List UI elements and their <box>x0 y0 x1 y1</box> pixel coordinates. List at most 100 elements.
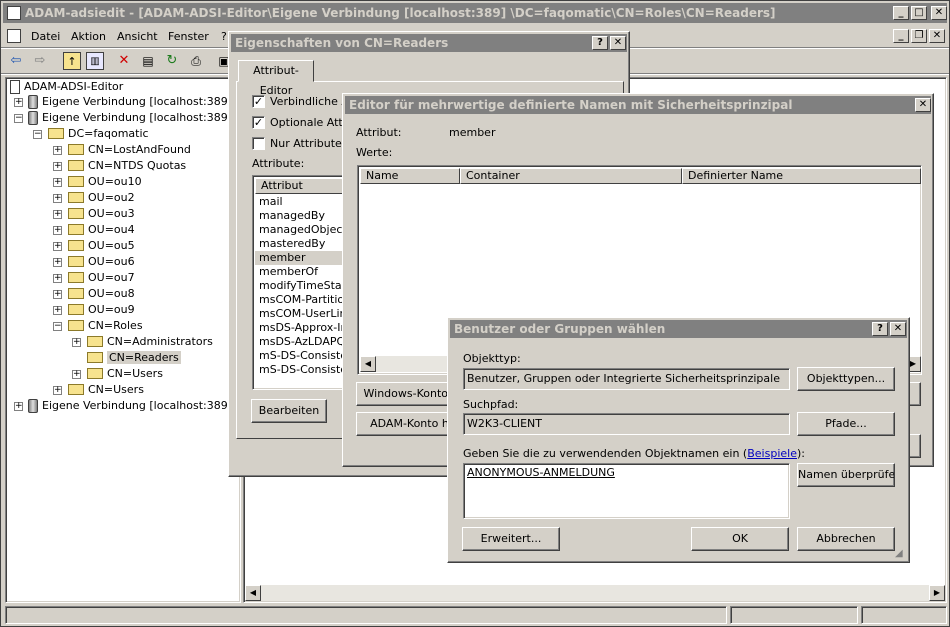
properties-icon[interactable]: ▤ <box>139 52 157 70</box>
tree-item-connection-1[interactable]: Eigene Verbindung [localhost:389] <box>28 94 232 110</box>
expand-icon[interactable]: + <box>53 306 62 315</box>
menu-aktion[interactable]: Aktion <box>71 29 106 45</box>
folder-icon <box>68 159 84 171</box>
export-icon[interactable]: ⎙ <box>187 52 205 70</box>
forward-arrow-icon[interactable]: ⇨ <box>31 52 49 70</box>
child-minimize-button[interactable]: _ <box>893 29 909 43</box>
expand-icon[interactable]: + <box>14 402 23 411</box>
ok-button[interactable]: OK <box>691 527 789 551</box>
tree-item-label: CN=Users <box>88 383 144 396</box>
tree-item-ou9[interactable]: OU=ou9 <box>68 302 135 318</box>
horizontal-scrollbar[interactable]: ◀ ▶ <box>245 585 945 601</box>
tree-item-ou6[interactable]: OU=ou6 <box>68 254 135 270</box>
examples-link[interactable]: Beispiele <box>747 447 797 460</box>
expand-icon[interactable]: + <box>53 162 62 171</box>
folder-icon <box>68 143 84 155</box>
tree-item-ou3[interactable]: OU=ou3 <box>68 206 135 222</box>
multivalue-title-bar[interactable]: Editor für mehrwertige definierte Namen … <box>345 96 931 114</box>
menu-datei[interactable]: Datei <box>31 29 60 45</box>
picker-help-button[interactable]: ? <box>872 322 888 336</box>
collapse-icon[interactable]: − <box>33 130 42 139</box>
expand-icon[interactable]: + <box>53 274 62 283</box>
tree-item-ou8[interactable]: OU=ou8 <box>68 286 135 302</box>
tree-item-administrators[interactable]: CN=Administrators <box>87 334 213 350</box>
main-title-bar[interactable]: ADAM-adsiedit - [ADAM-ADSI-Editor\Eigene… <box>3 3 947 23</box>
expand-icon[interactable]: + <box>53 290 62 299</box>
close-button[interactable]: ✕ <box>931 6 947 20</box>
back-arrow-icon[interactable]: ⇦ <box>7 52 25 70</box>
column-distinguished-name[interactable]: Definierter Name <box>682 168 921 184</box>
tree-item-roles-users[interactable]: CN=Users <box>87 366 163 382</box>
tree-pane[interactable]: ADAM-ADSI-Editor + Eigene Verbindung [lo… <box>5 77 241 603</box>
properties-help-button[interactable]: ? <box>592 36 608 50</box>
tree-item-lostandfound[interactable]: CN=LostAndFound <box>68 142 191 158</box>
expand-icon[interactable]: + <box>53 194 62 203</box>
up-folder-icon[interactable]: ↑ <box>63 52 81 70</box>
column-name[interactable]: Name <box>360 168 460 184</box>
object-type-label: Objekttyp: <box>463 352 521 365</box>
tree-item-dc[interactable]: DC=faqomatic <box>48 126 149 142</box>
expand-icon[interactable]: + <box>53 210 62 219</box>
folder-icon <box>68 223 84 235</box>
child-restore-button[interactable]: ❐ <box>911 29 927 43</box>
tree-item-label: CN=Users <box>107 367 163 380</box>
menu-ansicht[interactable]: Ansicht <box>117 29 158 45</box>
tree-item-ou2[interactable]: OU=ou2 <box>68 190 135 206</box>
show-tree-icon[interactable]: ▥ <box>86 52 104 70</box>
expand-icon[interactable]: + <box>53 242 62 251</box>
refresh-icon[interactable]: ↻ <box>163 52 181 70</box>
expand-icon[interactable]: + <box>53 146 62 155</box>
child-close-button[interactable]: ✕ <box>929 29 945 43</box>
scroll-left-arrow[interactable]: ◀ <box>360 356 376 372</box>
check-names-button[interactable]: Namen überprüfen <box>797 463 895 487</box>
expand-icon[interactable]: + <box>53 386 62 395</box>
properties-close-button[interactable]: ✕ <box>610 36 626 50</box>
tree-item-ou7[interactable]: OU=ou7 <box>68 270 135 286</box>
cancel-button[interactable]: Abbrechen <box>797 527 895 551</box>
tree-item-label: CN=Roles <box>88 319 143 332</box>
tree-item-connection-2[interactable]: Eigene Verbindung [localhost:389] <box>28 110 232 126</box>
expand-icon[interactable]: + <box>53 178 62 187</box>
picker-close-button[interactable]: ✕ <box>890 322 906 336</box>
checkbox-only-values[interactable] <box>252 137 265 150</box>
folder-icon <box>68 207 84 219</box>
folder-icon <box>48 127 64 139</box>
tree-item-ntds-quotas[interactable]: CN=NTDS Quotas <box>68 158 186 174</box>
minimize-button[interactable]: _ <box>893 6 909 20</box>
object-types-button[interactable]: Objekttypen... <box>797 367 895 391</box>
maximize-button[interactable]: □ <box>911 6 927 20</box>
tree-item-readers[interactable]: CN=Readers <box>87 350 181 366</box>
tree-item-ou5[interactable]: OU=ou5 <box>68 238 135 254</box>
object-names-input[interactable]: ANONYMOUS-ANMELDUNG <box>463 463 790 519</box>
column-container[interactable]: Container <box>460 168 682 184</box>
properties-title-bar[interactable]: Eigenschaften von CN=Readers <box>231 34 627 52</box>
resize-grip-icon[interactable]: ◢ <box>895 548 907 560</box>
collapse-icon[interactable]: − <box>14 114 23 123</box>
menu-fenster[interactable]: Fenster <box>168 29 209 45</box>
expand-icon[interactable]: + <box>72 370 81 379</box>
picker-title-bar[interactable]: Benutzer oder Gruppen wählen <box>450 320 907 338</box>
locations-button[interactable]: Pfade... <box>797 412 895 436</box>
advanced-button[interactable]: Erweitert... <box>462 527 560 551</box>
scroll-left-arrow[interactable]: ◀ <box>245 585 261 601</box>
tree-item-roles[interactable]: CN=Roles <box>68 318 143 334</box>
tree-item-connection-3[interactable]: Eigene Verbindung [localhost:389] <box>28 398 232 414</box>
multivalue-close-button[interactable]: ✕ <box>915 98 931 112</box>
tab-attribut-editor[interactable]: Attribut-Editor <box>238 60 314 97</box>
expand-icon[interactable]: + <box>14 98 23 107</box>
tree-item-ou4[interactable]: OU=ou4 <box>68 222 135 238</box>
menu-help[interactable]: ? <box>221 29 227 45</box>
tree-item-users[interactable]: CN=Users <box>68 382 144 398</box>
scroll-right-arrow[interactable]: ▶ <box>929 585 945 601</box>
expand-icon[interactable]: + <box>53 226 62 235</box>
edit-button[interactable]: Bearbeiten <box>251 399 327 423</box>
tree-root[interactable]: ADAM-ADSI-Editor <box>10 79 123 95</box>
tree-item-ou10[interactable]: OU=ou10 <box>68 174 142 190</box>
collapse-icon[interactable]: − <box>53 322 62 331</box>
status-bar-pane-3 <box>861 606 947 624</box>
folder-icon <box>68 191 84 203</box>
delete-icon[interactable]: ✕ <box>115 52 133 70</box>
checkbox-optional[interactable]: ✓ <box>252 116 265 129</box>
expand-icon[interactable]: + <box>72 338 81 347</box>
expand-icon[interactable]: + <box>53 258 62 267</box>
